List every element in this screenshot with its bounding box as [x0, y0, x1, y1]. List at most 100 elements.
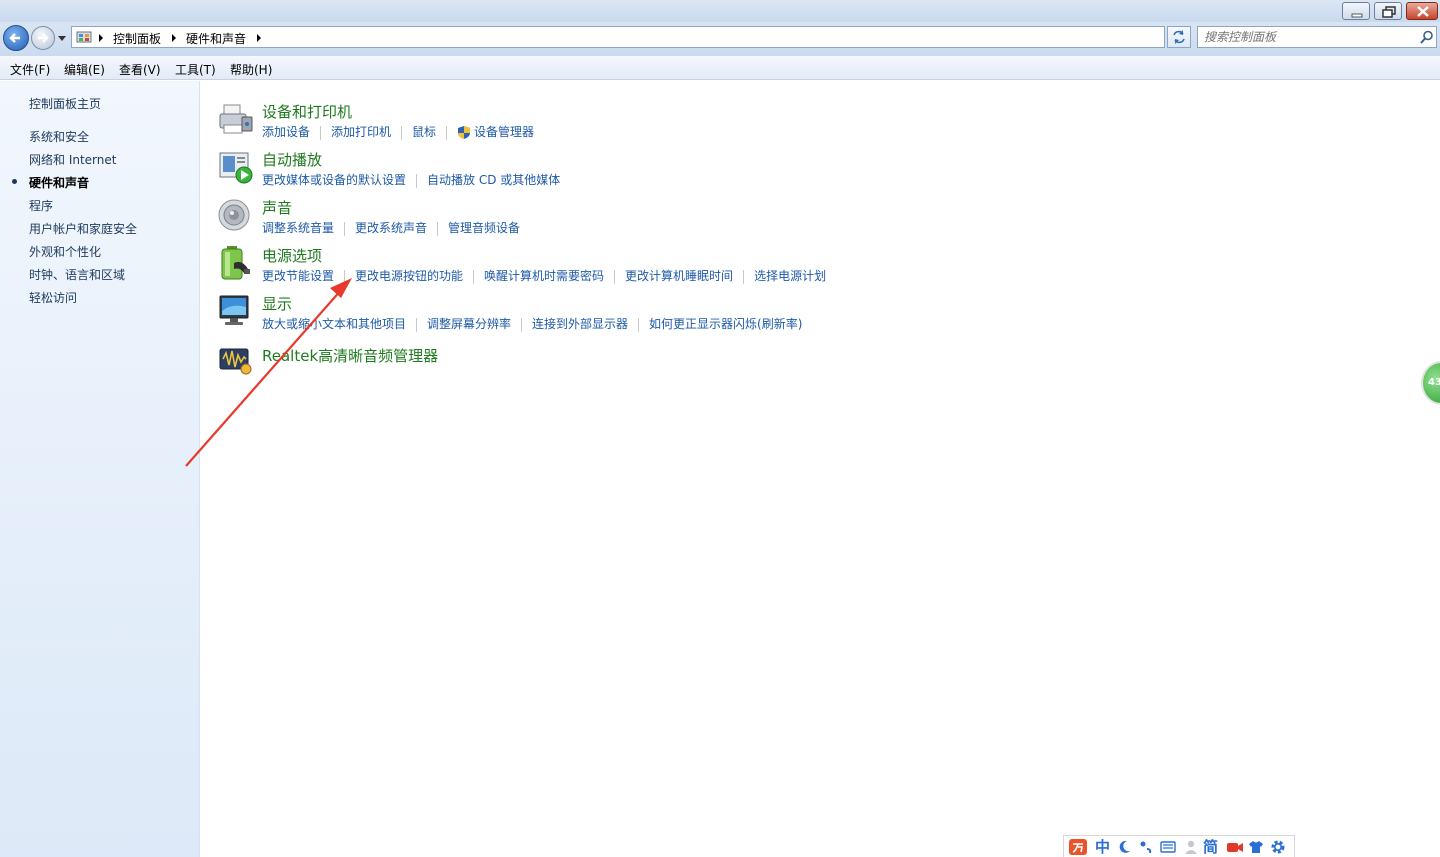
sidebar-home-link[interactable]: 控制面板主页 — [29, 95, 101, 112]
category-power-options: 电源选项 更改节能设置 更改电源按钮的功能 唤醒计算机时需要密码 更改计算机睡眠时间 选… — [218, 245, 1218, 291]
divider — [446, 125, 448, 140]
manage-audio-devices-link[interactable]: 管理音频设备 — [448, 219, 520, 236]
sidebar-item-user-accounts[interactable]: 用户帐户和家庭安全 — [29, 220, 137, 237]
category-title[interactable]: 显示 — [262, 293, 292, 314]
printer-icon — [219, 104, 253, 134]
refresh-icon — [1173, 30, 1185, 44]
search-box[interactable] — [1197, 26, 1437, 48]
realtek-audio-icon — [219, 348, 252, 375]
menu-file[interactable]: 文件(F) — [10, 61, 50, 78]
category-title[interactable]: 设备和打印机 — [262, 101, 352, 122]
recent-pages-dropdown[interactable] — [58, 35, 66, 43]
category-title[interactable]: 电源选项 — [262, 245, 322, 266]
breadcrumb-arrow[interactable] — [257, 34, 261, 42]
main-content: 设备和打印机 添加设备 添加打印机 鼠标 设备管理器 自动播放 更改媒体或设备的默认设… — [201, 81, 1440, 857]
category-links: 添加设备 添加打印机 鼠标 设备管理器 — [262, 123, 534, 140]
category-autoplay: 自动播放 更改媒体或设备的默认设置 自动播放 CD 或其他媒体 — [218, 149, 1218, 195]
breadcrumb-arrow[interactable] — [99, 34, 103, 42]
menu-bar: 文件(F) 编辑(E) 查看(V) 工具(T) 帮助(H) — [0, 56, 1440, 80]
change-sleep-time-link[interactable]: 更改计算机睡眠时间 — [625, 267, 733, 284]
sidebar-item-system-security[interactable]: 系统和安全 — [29, 128, 89, 145]
title-bar — [0, 0, 1440, 22]
category-title[interactable]: Realtek高清晰音频管理器 — [262, 345, 438, 366]
sidebar-item-appearance[interactable]: 外观和个性化 — [29, 243, 101, 260]
video-icon[interactable] — [1226, 840, 1244, 854]
sidebar-item-network[interactable]: 网络和 Internet — [29, 151, 116, 168]
ime-simplified-toggle[interactable]: 简 — [1203, 838, 1218, 856]
punctuation-icon[interactable] — [1139, 840, 1153, 854]
zoom-text-link[interactable]: 放大或缩小文本和其他项目 — [262, 315, 406, 332]
divider — [344, 221, 346, 236]
require-password-wake-link[interactable]: 唤醒计算机时需要密码 — [484, 267, 604, 284]
sidebar-item-hardware-sound[interactable]: 硬件和声音 — [29, 174, 89, 191]
category-devices-printers: 设备和打印机 添加设备 添加打印机 鼠标 设备管理器 — [218, 101, 1218, 147]
control-panel-icon — [76, 31, 92, 43]
autoplay-cd-link[interactable]: 自动播放 CD 或其他媒体 — [427, 171, 560, 188]
add-printer-link[interactable]: 添加打印机 — [331, 123, 391, 140]
menu-edit[interactable]: 编辑(E) — [64, 61, 105, 78]
menu-view[interactable]: 查看(V) — [119, 61, 161, 78]
widget-value: 43 — [1428, 377, 1440, 388]
back-button[interactable] — [3, 25, 29, 51]
gear-icon[interactable] — [1270, 839, 1286, 855]
autoplay-icon — [219, 152, 253, 184]
monitor-icon — [219, 295, 249, 325]
category-display: 显示 放大或缩小文本和其他项目 调整屏幕分辨率 连接到外部显示器 如何更正显示器闪烁(… — [218, 293, 1218, 339]
arrow-left-icon — [9, 33, 20, 43]
sogou-logo-icon[interactable] — [1069, 839, 1087, 855]
skin-shirt-icon[interactable] — [1248, 840, 1264, 854]
add-device-link[interactable]: 添加设备 — [262, 123, 310, 140]
uac-shield-icon — [458, 126, 471, 139]
adjust-volume-link[interactable]: 调整系统音量 — [262, 219, 334, 236]
menu-help[interactable]: 帮助(H) — [230, 61, 272, 78]
minimize-button[interactable] — [1342, 2, 1370, 20]
active-bullet-icon — [12, 179, 17, 184]
address-bar[interactable]: 控制面板 硬件和声音 — [71, 26, 1232, 48]
search-input[interactable] — [1204, 29, 1414, 45]
change-power-buttons-link[interactable]: 更改电源按钮的功能 — [355, 267, 463, 284]
menu-tools[interactable]: 工具(T) — [175, 61, 216, 78]
choose-power-plan-link[interactable]: 选择电源计划 — [754, 267, 826, 284]
adjust-resolution-link[interactable]: 调整屏幕分辨率 — [427, 315, 511, 332]
sidebar-item-clock-region[interactable]: 时钟、语言和区域 — [29, 266, 125, 283]
restore-button[interactable] — [1374, 2, 1402, 20]
divider — [344, 269, 346, 284]
divider — [614, 269, 616, 284]
keyboard-icon[interactable] — [1160, 840, 1176, 854]
search-icon[interactable] — [1420, 30, 1434, 44]
user-icon[interactable] — [1184, 839, 1198, 855]
connect-external-display-link[interactable]: 连接到外部显示器 — [532, 315, 628, 332]
sidebar-item-ease-of-access[interactable]: 轻松访问 — [29, 289, 77, 306]
ime-mode-chinese[interactable]: 中 — [1095, 838, 1110, 856]
moon-icon[interactable] — [1117, 840, 1131, 854]
change-power-saving-link[interactable]: 更改节能设置 — [262, 267, 334, 284]
refresh-button[interactable] — [1167, 26, 1191, 48]
speaker-icon — [218, 199, 250, 231]
category-links: 放大或缩小文本和其他项目 调整屏幕分辨率 连接到外部显示器 如何更正显示器闪烁(刷新率… — [262, 315, 802, 332]
close-button[interactable] — [1406, 2, 1438, 20]
forward-button[interactable] — [31, 26, 55, 50]
mouse-link[interactable]: 鼠标 — [412, 123, 436, 140]
sidebar-item-programs[interactable]: 程序 — [29, 197, 53, 214]
breadcrumb-arrow[interactable] — [172, 34, 176, 42]
fix-flicker-link[interactable]: 如何更正显示器闪烁(刷新率) — [649, 315, 802, 332]
category-links: 更改媒体或设备的默认设置 自动播放 CD 或其他媒体 — [262, 171, 560, 188]
divider — [416, 173, 418, 188]
category-title[interactable]: 声音 — [262, 197, 292, 218]
restore-icon — [1382, 6, 1396, 18]
divider — [320, 125, 322, 140]
divider — [521, 317, 523, 332]
close-icon — [1417, 6, 1429, 17]
divider — [437, 221, 439, 236]
breadcrumb-control-panel[interactable]: 控制面板 — [113, 30, 161, 47]
change-media-defaults-link[interactable]: 更改媒体或设备的默认设置 — [262, 171, 406, 188]
divider — [743, 269, 745, 284]
navigation-bar: 控制面板 硬件和声音 — [0, 22, 1440, 56]
minimize-icon — [1351, 13, 1363, 18]
change-system-sounds-link[interactable]: 更改系统声音 — [355, 219, 427, 236]
device-manager-link[interactable]: 设备管理器 — [474, 123, 534, 140]
breadcrumb-hardware-sound[interactable]: 硬件和声音 — [186, 30, 246, 47]
sidebar: 控制面板主页 系统和安全 网络和 Internet 硬件和声音 程序 用户帐户和… — [0, 81, 200, 857]
ime-toolbar: 中 简 — [1063, 835, 1295, 857]
category-title[interactable]: 自动播放 — [262, 149, 322, 170]
